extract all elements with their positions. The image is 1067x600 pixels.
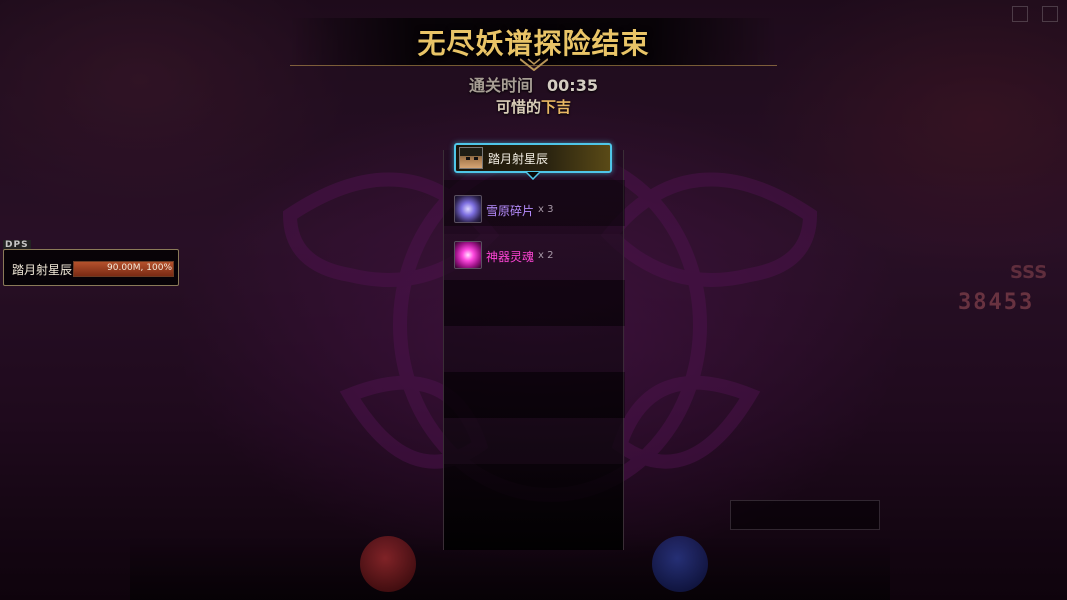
close-corner-icon[interactable] <box>1042 6 1058 22</box>
player-name: 踏月射星辰 <box>488 152 549 166</box>
player-reward-card[interactable]: 踏月射星辰 <box>454 143 612 173</box>
reward-item-quantity: x 2 <box>538 250 554 261</box>
combo-rank-text: SSS <box>1010 262 1048 283</box>
reward-slot <box>444 418 625 464</box>
reward-item[interactable]: 神器灵魂 x 2 <box>454 241 614 269</box>
quick-menu-panel <box>730 500 880 530</box>
reward-item-quantity: x 3 <box>538 204 554 215</box>
clear-time: 通关时间 00:35 <box>0 72 1067 96</box>
reward-item-name: 雪原碎片 <box>486 204 535 218</box>
combo-score-text: 38453 <box>958 290 1035 315</box>
dps-value: 90.00M, 100% <box>107 263 172 273</box>
settings-corner-icon[interactable] <box>1012 6 1028 22</box>
player-avatar <box>459 147 483 169</box>
dps-panel[interactable]: 踏月射星辰 90.00M, 100% <box>3 249 179 286</box>
reward-slot <box>444 326 625 372</box>
reward-slot <box>444 372 625 418</box>
fortune-result: 可惜的下吉 <box>0 96 1067 117</box>
dps-player-name: 踏月射星辰 <box>12 263 73 277</box>
hp-orb <box>360 536 416 592</box>
snow-shard-icon <box>454 195 482 223</box>
mp-orb <box>652 536 708 592</box>
reward-item-name: 神器灵魂 <box>486 250 535 264</box>
title-ornament-icon <box>520 58 548 71</box>
clear-time-value: 00:35 <box>547 76 598 95</box>
reward-item[interactable]: 雪原碎片 x 3 <box>454 195 614 223</box>
fortune-prefix: 可惜的 <box>495 98 541 116</box>
reward-slot <box>444 280 625 326</box>
card-pointer-icon <box>526 172 540 180</box>
artifact-soul-icon <box>454 241 482 269</box>
clear-time-label: 通关时间 <box>469 76 534 95</box>
fortune-tier: 下吉 <box>541 98 572 116</box>
dungeon-result-title: 无尽妖谱探险结束 <box>417 27 650 60</box>
